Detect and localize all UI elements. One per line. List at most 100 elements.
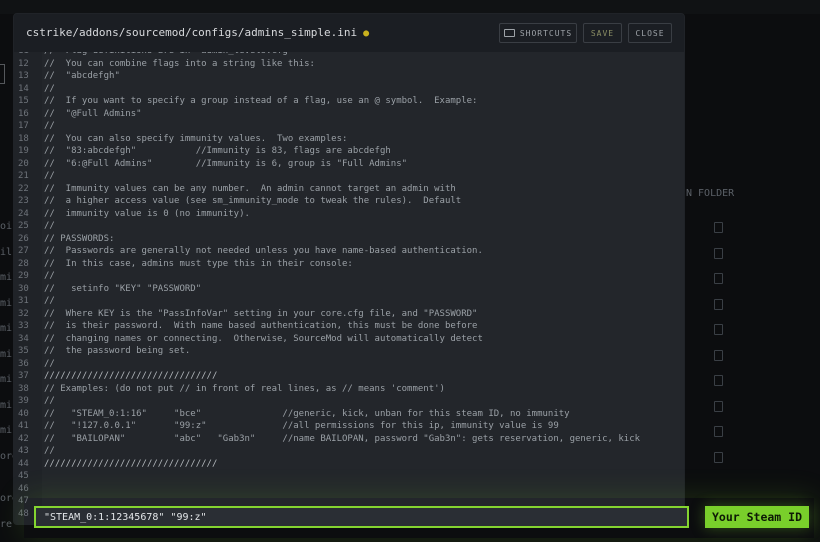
code-line: 35 // the password being set. [14,345,684,358]
line-text: // a higher access value (see sm_immunit… [44,196,462,206]
line-number: 33 [18,321,29,331]
keyboard-icon [503,29,515,37]
line-text: //////////////////////////////// [44,458,218,469]
line-text: // [44,446,55,456]
line-number: 21 [18,171,29,181]
code-line: 14 // [14,83,684,96]
code-line: 36 // [14,358,684,371]
line-number: 29 [18,271,29,281]
line-text: // "abcdefgh" [44,71,120,81]
code-line: 32 // Where KEY is the "PassInfoVar" sett… [14,308,684,321]
code-line: 13 // "abcdefgh" [14,70,684,83]
line-text: // immunity value is 0 (no immunity). [44,208,250,219]
code-line: 26 // PASSWORDS: [14,233,684,246]
line-number: 22 [18,183,29,194]
line-number: 24 [18,208,29,219]
code-lines: 11// Flag definitions are in "admin_leve… [14,52,684,520]
line-text: // [44,221,55,231]
line-text: // In this case, admins must type this i… [44,258,353,269]
line-text [40,470,44,483]
code-line: 25 // [14,220,684,233]
line-number: 34 [18,333,29,344]
code-line: 19 // "83:abcdefgh" //Immunity is 83, fla… [14,145,684,158]
line-number: 43 [18,446,29,456]
line-text: // Examples: (do not put // in front of … [44,383,445,394]
code-line: 21 // [14,170,684,183]
code-line: 24 // immunity value is 0 (no immunity). [14,208,684,221]
trash-icon[interactable] [714,273,723,284]
line-number: 36 [18,358,29,369]
code-line: 40 // "STEAM_0:1:16" "bce" //generic, kic… [14,408,684,421]
line-number: 45 [18,471,29,481]
line-number: 37 [18,371,29,381]
line-number: 20 [18,158,29,169]
code-line: 43 // [14,445,684,458]
code-line: 23 // a higher access value (see sm_immun… [14,195,684,208]
background-row-fragment: re [0,519,13,530]
line-number: 15 [18,96,29,106]
trash-icon[interactable] [714,426,723,437]
unsaved-indicator: ● [363,28,370,39]
code-line: 31 // [14,295,684,308]
line-text: //////////////////////////////// [44,371,218,381]
shortcuts-button[interactable]: SHORTCUTS [499,23,577,43]
line-number: 25 [18,221,29,231]
line-text: // setinfo "KEY" "PASSWORD" [44,283,202,294]
code-line: 29 // [14,270,684,283]
code-line: 22 // Immunity values can be any number. … [14,183,684,196]
line-number: 32 [18,308,29,319]
line-number: 23 [18,196,29,206]
line-number: 28 [18,258,29,269]
background-row-fragment: mi [0,425,13,436]
line-number: 40 [18,408,29,419]
line-number: 12 [18,58,29,69]
line-number: 46 [18,483,29,494]
trash-icon[interactable] [714,452,723,463]
code-line: 44 //////////////////////////////// [14,458,684,471]
line-number: 26 [18,233,29,244]
code-line: 30 // setinfo "KEY" "PASSWORD" [14,283,684,296]
line-text: // [44,358,55,369]
code-line: 42 // "BAILOPAN" "abc" "Gab3n" //name BAI… [14,433,684,446]
code-line: 37 //////////////////////////////// [14,370,684,383]
your-steam-id-button[interactable]: Your Steam ID [705,506,809,528]
line-text: // "STEAM_0:1:16" "bce" //generic, kick,… [44,408,570,419]
code-line: 12 // You can combine flags into a string… [14,58,684,71]
background-row-fragment: mi [0,272,13,283]
line-text: // You can combine flags into a string l… [44,58,315,69]
code-line: 16 // "@Full Admins" [14,108,684,121]
line-text: // the password being set. [44,346,191,356]
trash-icon[interactable] [714,401,723,412]
trash-icon[interactable] [714,222,723,233]
code-line: 20 // "6:@Full Admins" //Immunity is 6, g… [14,158,684,171]
code-line: 34 // changing names or connecting. Other… [14,333,684,346]
line-text: // [44,121,55,131]
code-editor[interactable]: 11// Flag definitions are in "admin_leve… [14,52,684,524]
line-number: 18 [18,133,29,144]
trash-icon[interactable] [714,350,723,361]
file-path: cstrike/addons/sourcemod/configs/admins_… [26,26,358,39]
code-line: 27 // Passwords are generally not needed … [14,245,684,258]
code-line: 17 // [14,120,684,133]
background-row-fragment: mi [0,349,13,360]
file-path-title: cstrike/addons/sourcemod/configs/admins_… [26,26,369,39]
editor-header: cstrike/addons/sourcemod/configs/admins_… [14,14,684,52]
trash-icon[interactable] [714,248,723,259]
line-number: 13 [18,71,29,81]
line-number: 19 [18,146,29,156]
line-text: // "!127.0.0.1" "99:z" //all permissions… [44,421,559,431]
command-input[interactable] [34,506,689,528]
trash-icon[interactable] [714,324,723,335]
line-text: // Where KEY is the "PassInfoVar" settin… [44,308,478,319]
line-number: 39 [18,396,29,406]
close-button[interactable]: CLOSE [628,23,672,43]
line-text: // PASSWORDS: [44,233,115,244]
line-text: // "@Full Admins" [44,108,142,119]
line-text: // changing names or connecting. Otherwi… [44,333,483,344]
line-text: // If you want to specify a group instea… [44,96,478,106]
trash-icon[interactable] [714,299,723,310]
trash-icon[interactable] [714,375,723,386]
line-number: 41 [18,421,29,431]
line-number: 35 [18,346,29,356]
save-button[interactable]: SAVE [583,23,622,43]
